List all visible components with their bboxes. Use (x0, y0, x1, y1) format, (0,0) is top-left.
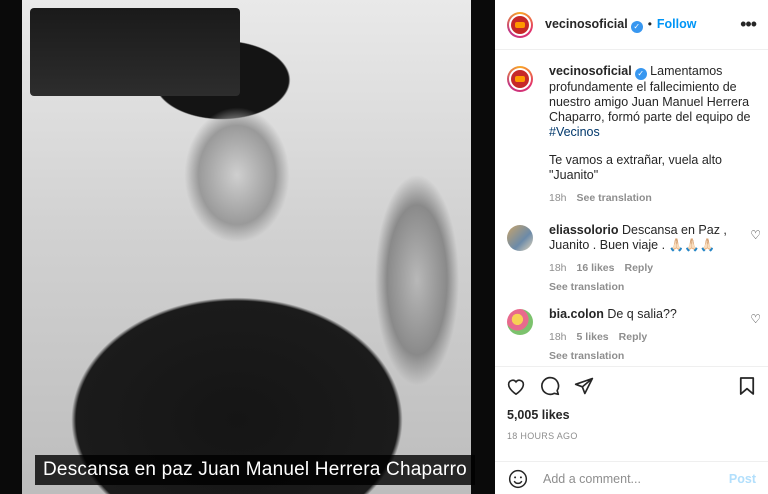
printer-shape (30, 8, 240, 96)
comment-icon[interactable] (539, 375, 561, 397)
comment-text: De q salia?? (607, 307, 677, 321)
comments-list: vecinosoficial ✓ Lamentamos profundamente… (495, 51, 768, 366)
share-icon[interactable] (573, 375, 595, 397)
post-actions: 5,005 likes 18 HOURS AGO Post (495, 366, 768, 494)
see-translation-link[interactable]: See translation (549, 281, 624, 293)
comment-heart-icon[interactable]: ♡ (750, 228, 761, 242)
add-comment-bar: Post (495, 461, 768, 494)
comment-username[interactable]: bia.colon (549, 307, 604, 321)
add-comment-input[interactable] (543, 471, 729, 486)
caption-age: 18h (549, 192, 567, 204)
comment-meta: 18h 5 likes Reply (549, 330, 749, 345)
caption-meta: 18h See translation (549, 191, 764, 206)
verified-icon: ✓ (630, 20, 643, 33)
comment-heart-icon[interactable]: ♡ (750, 312, 761, 326)
likes-count[interactable]: 5,005 likes (507, 408, 570, 422)
see-translation-link[interactable]: See translation (577, 192, 652, 204)
bookmark-icon[interactable] (736, 375, 758, 397)
comment-username[interactable]: eliassolorio (549, 223, 618, 237)
reply-button[interactable]: Reply (619, 331, 648, 343)
hashtag-link[interactable]: #Vecinos (549, 125, 600, 139)
photo-caption: Descansa en paz Juan Manuel Herrera Chap… (35, 455, 475, 485)
comment-age: 18h (549, 262, 567, 274)
comment-meta: 18h 16 likes Reply (549, 261, 749, 276)
separator-dot: • (647, 16, 652, 31)
reply-button[interactable]: Reply (624, 262, 653, 274)
verified-icon: ✓ (634, 68, 647, 80)
avatar[interactable] (507, 309, 533, 335)
follow-button[interactable]: Follow (657, 17, 697, 31)
caption-text-2: Te vamos a extrañar, vuela alto "Juanito… (549, 153, 723, 182)
comment-likes[interactable]: 16 likes (577, 262, 615, 274)
avatar[interactable] (507, 225, 533, 251)
comment-likes[interactable]: 5 likes (577, 331, 609, 343)
emoji-icon[interactable] (507, 468, 529, 490)
see-translation-link[interactable]: See translation (549, 350, 624, 362)
post-comment-button[interactable]: Post (729, 472, 756, 486)
comment-age: 18h (549, 331, 567, 343)
more-horizontal-icon[interactable]: ••• (740, 14, 757, 35)
avatar[interactable] (507, 11, 533, 38)
post-side-panel: vecinosoficial ✓ • Follow ••• vecinosoficia… (495, 0, 768, 494)
header-username[interactable]: vecinosoficial (545, 17, 628, 31)
post-timestamp[interactable]: 18 HOURS AGO (507, 431, 578, 441)
post-photo: Descansa en paz Juan Manuel Herrera Chap… (0, 0, 495, 494)
action-icons (505, 375, 595, 397)
caption-username[interactable]: vecinosoficial (549, 64, 632, 78)
post-header: vecinosoficial ✓ • Follow ••• (495, 0, 768, 50)
heart-icon[interactable] (505, 375, 527, 397)
avatar[interactable] (507, 66, 533, 92)
